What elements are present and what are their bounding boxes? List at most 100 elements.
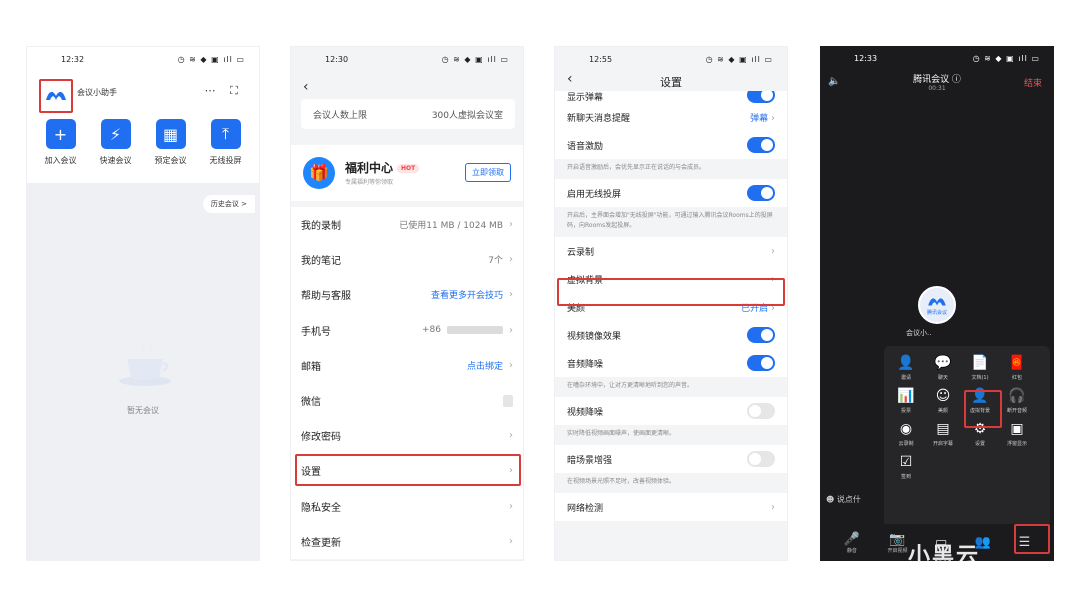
- action-settings[interactable]: ⚙ 设置: [966, 420, 994, 447]
- action-docs[interactable]: 📄 文档(1): [966, 354, 994, 381]
- toolbar-label: 静音: [846, 547, 857, 554]
- setting-value: 弹幕: [750, 113, 769, 124]
- action-red-packet[interactable]: 🧧 红包: [1003, 354, 1031, 381]
- setting-danmaku[interactable]: 显示弹幕: [555, 91, 787, 103]
- action-invite[interactable]: 👤 邀请: [892, 354, 920, 381]
- setting-label: 视频降噪: [567, 407, 604, 418]
- action-label: 虚拟背景: [969, 408, 990, 414]
- action-beauty[interactable]: ☺ 美颜: [929, 387, 957, 414]
- phone-meeting-screen: 12:33 ◷ ≋ ◆ ▣ ıll ▭ 🔈 腾讯会议 ⓘ 00:31 结束 腾讯…: [820, 46, 1054, 561]
- masked-wechat: [503, 394, 513, 407]
- history-meetings-button[interactable]: 历史会议 >: [202, 195, 255, 213]
- setting-wireless[interactable]: 启用无线投屏: [555, 179, 787, 207]
- action-disconnect-audio[interactable]: 🎧 断开音频: [1003, 387, 1031, 414]
- setting-label: 视频镜像效果: [567, 331, 622, 342]
- end-meeting-button[interactable]: 结束: [1024, 76, 1042, 89]
- setting-label: 网络检测: [567, 503, 604, 514]
- setting-label: 语音激励: [567, 141, 604, 152]
- menu-item-privacy[interactable]: 隐私安全 ›: [291, 489, 523, 524]
- status-bar: 12:55 ◷ ≋ ◆ ▣ ıll ▭: [555, 47, 787, 71]
- sign-in-icon: ☑: [899, 454, 913, 470]
- setting-dark-enhance[interactable]: 暗场景增强: [555, 445, 787, 473]
- menu-item-recordings[interactable]: 我的录制 已使用11 MB / 1024 MB ›: [291, 207, 523, 242]
- watermark-logo: 小黑云: [908, 544, 981, 569]
- calendar-icon: ▦: [155, 119, 186, 149]
- menu-item-wechat[interactable]: 微信: [291, 383, 523, 418]
- toggle-on[interactable]: [747, 355, 775, 371]
- setting-network-check[interactable]: 网络检测 ›: [555, 493, 787, 521]
- status-bar: 12:30 ◷ ≋ ◆ ▣ ıll ▭: [291, 47, 523, 71]
- action-vote[interactable]: 📊 投票: [892, 387, 920, 414]
- chat-input[interactable]: ☻ 说点什: [826, 494, 861, 505]
- person-icon: 👤: [971, 388, 989, 404]
- setting-mirror[interactable]: 视频镜像效果: [555, 321, 787, 349]
- menu-item-change-password[interactable]: 修改密码 ›: [291, 418, 523, 453]
- more-icon[interactable]: ⋯: [203, 84, 217, 98]
- action-label: 开启字幕: [932, 441, 953, 447]
- menu-label: 检查更新: [301, 537, 341, 549]
- back-arrow-icon[interactable]: ‹: [303, 79, 309, 95]
- action-chat[interactable]: 💬 聊天: [929, 354, 957, 381]
- setting-label: 启用无线投屏: [567, 189, 622, 200]
- action-subtitles[interactable]: ▤ 开启字幕: [929, 420, 957, 447]
- action-label: 聊天: [937, 375, 948, 381]
- action-cloud-record[interactable]: ◉ 云录制: [892, 420, 920, 447]
- menu-item-settings[interactable]: 设置 ›: [291, 453, 523, 488]
- quick-action-cast[interactable]: ⤒ 无线投屏: [200, 119, 252, 166]
- chevron-right-icon: ›: [771, 273, 775, 285]
- hot-badge: HOT: [397, 164, 420, 173]
- menu-item-email[interactable]: 邮箱 点击绑定 ›: [291, 348, 523, 383]
- action-sign-in[interactable]: ☑ 签到: [892, 453, 920, 480]
- quick-action-join[interactable]: + 加入会议: [35, 119, 87, 166]
- meeting-header: 🔈 腾讯会议 ⓘ 00:31 结束: [820, 68, 1054, 98]
- setting-label: 美颜: [567, 303, 586, 314]
- microphone-icon: 🎤: [843, 531, 860, 547]
- document-icon: 📄: [971, 355, 989, 371]
- setting-audio-noise[interactable]: 音频降噪: [555, 349, 787, 377]
- menu-item-help[interactable]: 帮助与客服 查看更多开会技巧 ›: [291, 277, 523, 312]
- toolbar-mute[interactable]: 🎤 静音: [844, 532, 860, 554]
- meeting-title[interactable]: 腾讯会议 ⓘ: [820, 72, 1054, 85]
- setting-description: 开启后，主界面会增加"无线投屏"功能，可通过输入腾讯会议Rooms上的投屏码，向…: [567, 212, 773, 229]
- action-virtual-background[interactable]: 👤 虚拟背景: [966, 387, 994, 414]
- toggle-on[interactable]: [747, 137, 775, 153]
- toolbar-video[interactable]: 📷 开启视频: [887, 532, 907, 554]
- menu-label: 修改密码: [301, 432, 341, 444]
- setting-video-noise[interactable]: 视频降噪: [555, 397, 787, 425]
- setting-label: 暗场景增强: [567, 455, 613, 466]
- chevron-right-icon: ›: [509, 535, 513, 547]
- status-bar: 12:33 ◷ ≋ ◆ ▣ ıll ▭: [820, 46, 1054, 70]
- toolbar-more[interactable]: ☰: [1019, 535, 1031, 550]
- toggle-on[interactable]: [747, 327, 775, 343]
- setting-voice[interactable]: 语音激励: [555, 131, 787, 159]
- assistant-logo[interactable]: [41, 81, 71, 111]
- toggle-on[interactable]: [747, 185, 775, 201]
- menu-item-phone[interactable]: 手机号 +86 ›: [291, 313, 523, 348]
- welfare-subtitle: 专属福利等你领取: [345, 179, 394, 186]
- status-icons: ◷ ≋ ◆ ▣ ıll ▭: [441, 54, 509, 64]
- headphone-icon: 🎧: [1008, 388, 1026, 404]
- setting-new-chat[interactable]: 新聊天消息提醒 弹幕 ›: [555, 103, 787, 131]
- chat-icon: 💬: [934, 355, 952, 371]
- scan-icon[interactable]: ⛶: [227, 84, 241, 98]
- toggle-off[interactable]: [747, 451, 775, 467]
- toggle-on[interactable]: [747, 91, 775, 103]
- action-label: 投票: [900, 408, 911, 414]
- action-floating-window[interactable]: ▣ 浮窗显示: [1003, 420, 1031, 447]
- setting-virtual-background[interactable]: 虚拟背景 ›: [555, 265, 787, 293]
- quick-action-fast[interactable]: ⚡ 快速会议: [90, 119, 142, 166]
- chevron-right-icon: ›: [509, 289, 513, 301]
- menu-item-notes[interactable]: 我的笔记 7个 ›: [291, 242, 523, 277]
- setting-cloud-record[interactable]: 云录制 ›: [555, 237, 787, 265]
- toggle-off[interactable]: [747, 403, 775, 419]
- quick-action-label: 预定会议: [154, 156, 187, 165]
- quick-action-schedule[interactable]: ▦ 预定会议: [145, 119, 197, 166]
- setting-beauty[interactable]: 美颜 已开启 ›: [555, 293, 787, 321]
- grid-spacer: [1040, 354, 1054, 381]
- claim-button[interactable]: 立即领取: [465, 163, 511, 182]
- menu-item-check-update[interactable]: 检查更新 ›: [291, 524, 523, 559]
- chevron-right-icon: ›: [771, 302, 775, 314]
- avatar[interactable]: 腾讯会议: [918, 286, 956, 324]
- lightning-icon: ⚡: [100, 119, 131, 149]
- grid-spacer: [1040, 420, 1054, 447]
